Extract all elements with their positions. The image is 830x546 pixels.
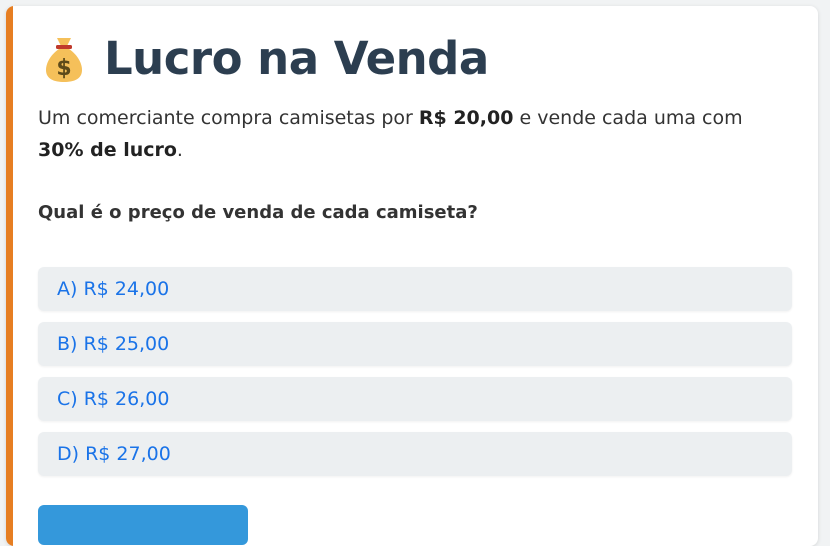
question-text: Qual é o preço de venda de cada camiseta… xyxy=(38,202,478,223)
submit-button[interactable] xyxy=(38,505,248,545)
svg-text:$: $ xyxy=(56,56,71,81)
profit-rate: 30% de lucro xyxy=(38,139,177,161)
option-b[interactable]: B) R$ 25,00 xyxy=(38,322,792,366)
option-a[interactable]: A) R$ 24,00 xyxy=(38,267,792,311)
purchase-price: R$ 20,00 xyxy=(418,107,514,129)
question-card: $ Lucro na Venda Um comerciante compra c… xyxy=(6,6,818,546)
card-accent-bar xyxy=(6,6,13,546)
option-label: D) R$ 27,00 xyxy=(57,443,171,465)
statement-part3: . xyxy=(176,139,183,161)
option-c[interactable]: C) R$ 26,00 xyxy=(38,377,792,421)
statement-part2: e vende cada uma com xyxy=(513,107,743,129)
page-title: $ Lucro na Venda xyxy=(38,32,489,84)
option-label: C) R$ 26,00 xyxy=(57,388,170,410)
option-d[interactable]: D) R$ 27,00 xyxy=(38,432,792,476)
problem-statement: Um comerciante compra camisetas por R$ 2… xyxy=(38,102,798,166)
option-label: A) R$ 24,00 xyxy=(57,278,170,300)
option-label: B) R$ 25,00 xyxy=(57,333,170,355)
money-bag-icon: $ xyxy=(46,38,82,82)
statement-part1: Um comerciante compra camisetas por xyxy=(38,107,419,129)
answer-options: A) R$ 24,00 B) R$ 25,00 C) R$ 26,00 D) R… xyxy=(38,267,792,487)
title-text: Lucro na Venda xyxy=(104,31,489,85)
